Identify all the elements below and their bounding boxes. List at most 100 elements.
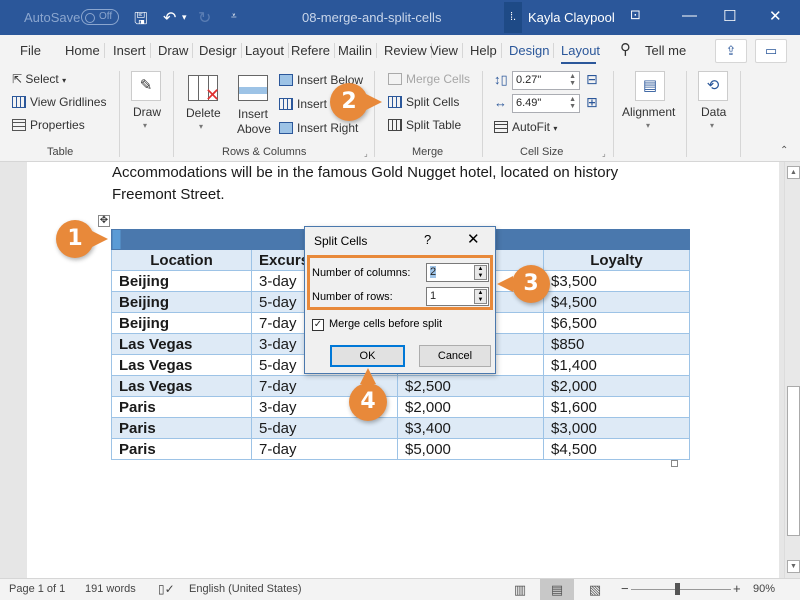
ribbon-display-options-icon[interactable]: ⊡ bbox=[630, 7, 641, 23]
share-button[interactable]: ⇪ bbox=[715, 39, 747, 63]
tab-design[interactable]: Desigr bbox=[199, 43, 242, 58]
insert-right-button[interactable]: Insert Right bbox=[279, 121, 358, 135]
tab-home[interactable]: Home bbox=[65, 43, 105, 58]
proofing-icon[interactable]: ▯✓ bbox=[158, 582, 175, 596]
close-window-button[interactable]: ✕ bbox=[769, 7, 782, 25]
group-label-merge: Merge bbox=[412, 146, 444, 158]
rows-columns-launcher-icon[interactable]: ⌟ bbox=[364, 149, 368, 158]
merge-before-split-label[interactable]: Merge cells before split bbox=[329, 318, 442, 330]
scroll-down-icon[interactable]: ▼ bbox=[787, 560, 800, 573]
tab-review[interactable]: Review bbox=[384, 43, 432, 58]
language[interactable]: English (United States) bbox=[189, 583, 302, 595]
scroll-thumb[interactable] bbox=[787, 386, 800, 536]
tab-file[interactable]: File bbox=[20, 43, 41, 58]
delete-button[interactable]: Delete bbox=[186, 106, 221, 120]
spin-arrows-icon[interactable]: ▲ ▼ bbox=[569, 73, 576, 87]
draw-dropdown-icon[interactable]: ▾ bbox=[143, 121, 147, 130]
tab-mailings[interactable]: Mailin bbox=[338, 43, 377, 58]
rows-spinner-icon[interactable]: ▲ ▼ bbox=[474, 289, 487, 304]
tab-view[interactable]: View bbox=[430, 43, 463, 58]
group-label-rows-columns: Rows & Columns bbox=[222, 146, 307, 158]
cell-loyalty: $4,500 bbox=[543, 438, 690, 460]
zoom-slider-handle[interactable] bbox=[675, 583, 680, 595]
tab-layout[interactable]: Layout bbox=[245, 43, 290, 58]
tell-me-search[interactable]: Tell me bbox=[645, 43, 686, 58]
cell-location: Las Vegas bbox=[111, 375, 252, 397]
view-gridlines-button[interactable]: View Gridlines bbox=[12, 95, 106, 109]
checkmark-icon: ✓ bbox=[313, 319, 323, 330]
callout-2-pointer bbox=[366, 94, 382, 110]
autosave-toggle[interactable]: Off bbox=[81, 9, 119, 25]
rows-input[interactable]: 1 ▲ ▼ bbox=[426, 287, 489, 306]
page-count[interactable]: Page 1 of 1 bbox=[9, 583, 65, 595]
undo-dropdown-icon[interactable]: ▾ bbox=[182, 12, 187, 23]
distribute-columns-icon[interactable]: ⊞ bbox=[586, 94, 598, 111]
data-dropdown-icon[interactable]: ▾ bbox=[710, 121, 714, 130]
column-width-input[interactable]: 6.49" ▲ ▼ bbox=[512, 94, 580, 113]
word-count[interactable]: 191 words bbox=[85, 583, 136, 595]
table-move-handle-icon[interactable]: ✥ bbox=[98, 215, 110, 227]
web-layout-icon[interactable]: ▧ bbox=[578, 579, 612, 600]
spin-arrows-icon[interactable]: ▲ ▼ bbox=[569, 96, 576, 110]
zoom-level[interactable]: 90% bbox=[753, 583, 775, 595]
user-pane-icon[interactable]: ⁞. bbox=[504, 2, 522, 33]
minimize-button[interactable]: — bbox=[682, 7, 697, 24]
split-cells-button[interactable]: Split Cells bbox=[388, 95, 459, 109]
columns-spinner-icon[interactable]: ▲ ▼ bbox=[474, 265, 487, 280]
print-layout-icon[interactable]: ▤ bbox=[540, 579, 574, 600]
alignment-icon: ▤ bbox=[635, 71, 665, 101]
insert-below-icon bbox=[279, 74, 293, 86]
maximize-button[interactable]: ☐ bbox=[723, 7, 736, 25]
distribute-rows-icon[interactable]: ⊟ bbox=[586, 71, 598, 88]
tab-draw[interactable]: Draw bbox=[158, 43, 194, 58]
autofit-button[interactable]: AutoFit ▾ bbox=[494, 120, 557, 134]
user-name[interactable]: Kayla Claypool bbox=[528, 10, 615, 25]
zoom-in-button[interactable]: + bbox=[733, 581, 741, 596]
vertical-scrollbar[interactable]: ▲ ▼ bbox=[784, 162, 800, 578]
zoom-out-button[interactable]: − bbox=[621, 581, 629, 596]
ok-button[interactable]: OK bbox=[330, 345, 405, 367]
callout-1: 1 bbox=[56, 220, 94, 258]
zoom-slider[interactable] bbox=[631, 589, 731, 590]
delete-dropdown-icon[interactable]: ▾ bbox=[199, 122, 203, 131]
insert-above-label[interactable]: Above bbox=[237, 122, 271, 136]
customize-qat-icon[interactable]: ⩡ bbox=[231, 11, 237, 22]
table-row: Paris 7-day $5,000 $4,500 bbox=[111, 438, 690, 460]
cell-location: Beijing bbox=[111, 291, 252, 313]
properties-button[interactable]: Properties bbox=[12, 118, 85, 132]
tab-insert[interactable]: Insert bbox=[113, 43, 151, 58]
insert-above-icon bbox=[238, 75, 268, 101]
document-paragraph[interactable]: Accommodations will be in the famous Gol… bbox=[112, 162, 672, 206]
save-icon[interactable]: 🖫 bbox=[134, 8, 148, 35]
cell-loyalty: $6,500 bbox=[543, 312, 690, 334]
dialog-close-button[interactable]: ✕ bbox=[467, 230, 480, 248]
cell-loyalty: $4,500 bbox=[543, 291, 690, 313]
tab-table-layout[interactable]: Layout bbox=[561, 43, 600, 64]
split-table-button[interactable]: Split Table bbox=[388, 118, 461, 132]
tab-help[interactable]: Help bbox=[470, 43, 502, 58]
table-resize-handle[interactable] bbox=[671, 460, 678, 467]
cancel-button[interactable]: Cancel bbox=[419, 345, 491, 367]
alignment-button[interactable]: Alignment bbox=[622, 105, 675, 119]
draw-table-icon[interactable]: ✎ bbox=[131, 71, 161, 101]
cell-size-launcher-icon[interactable]: ⌟ bbox=[602, 149, 606, 158]
undo-icon[interactable]: ↶ bbox=[163, 8, 176, 28]
callout-3: 3 bbox=[512, 265, 550, 303]
select-button[interactable]: ⇱ Select ▾ bbox=[12, 72, 66, 86]
tab-table-design[interactable]: Design bbox=[509, 43, 555, 58]
cell-loyalty: $1,400 bbox=[543, 354, 690, 376]
read-mode-icon[interactable]: ▥ bbox=[503, 579, 537, 600]
scroll-up-icon[interactable]: ▲ bbox=[787, 166, 800, 179]
alignment-dropdown-icon[interactable]: ▾ bbox=[646, 121, 650, 130]
data-button[interactable]: Data bbox=[701, 105, 726, 119]
columns-input[interactable]: 2 ▲ ▼ bbox=[426, 263, 489, 282]
help-button[interactable]: ? bbox=[424, 232, 431, 247]
insert-left-button[interactable]: Insert L bbox=[279, 97, 337, 111]
merge-before-split-checkbox[interactable]: ✓ bbox=[312, 319, 324, 331]
tab-references[interactable]: Refere bbox=[291, 43, 336, 58]
comments-button[interactable]: ▭ bbox=[755, 39, 787, 63]
draw-button[interactable]: Draw bbox=[133, 105, 161, 119]
insert-above-button[interactable]: Insert bbox=[238, 107, 268, 121]
collapse-ribbon-icon[interactable]: ⌃ bbox=[780, 145, 788, 156]
row-height-input[interactable]: 0.27" ▲ ▼ bbox=[512, 71, 580, 90]
